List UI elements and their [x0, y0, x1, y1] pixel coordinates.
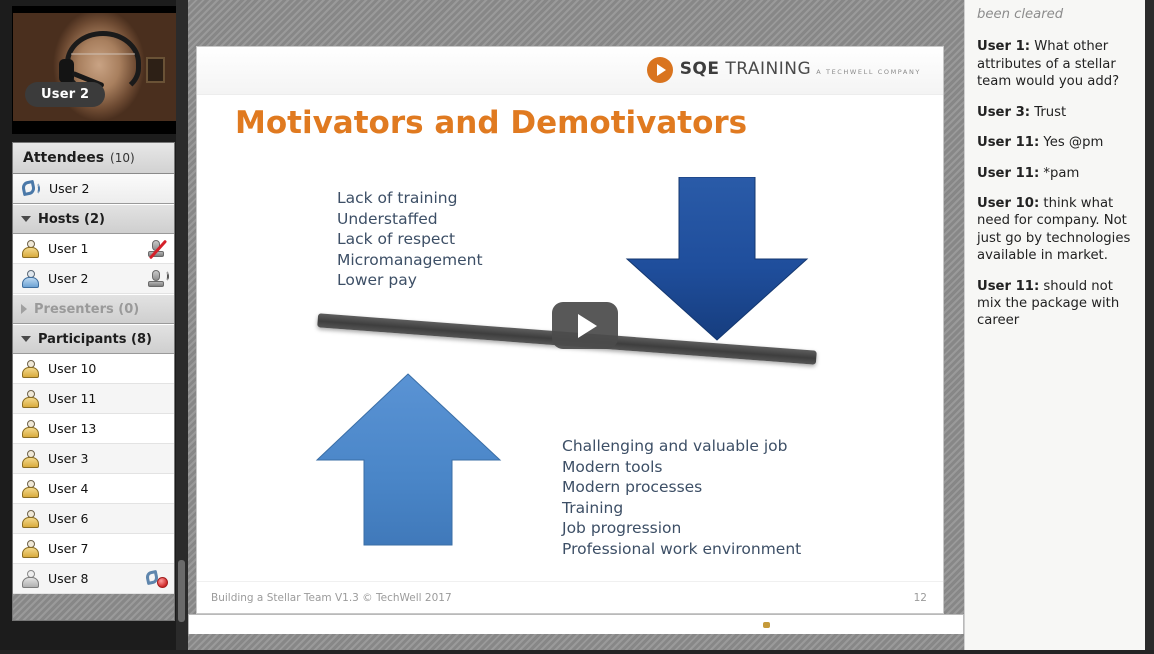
avatar: [21, 389, 40, 408]
chat-message: User 11: should not mix the package with…: [977, 278, 1131, 330]
slide-footer-text: Building a Stellar Team V1.3 © TechWell …: [211, 591, 452, 604]
attendee-row-user-8[interactable]: User 8: [13, 564, 174, 594]
logo-tagline: A TECHWELL COMPANY: [816, 68, 921, 77]
attendee-label: User 3: [48, 451, 89, 466]
avatar: [21, 239, 40, 258]
chat-text: Yes @pm: [1039, 135, 1104, 151]
attendee-row-user-6[interactable]: User 6: [13, 504, 174, 534]
attendees-list-empty-area: [13, 594, 174, 620]
avatar: [21, 419, 40, 438]
slide-filmstrip-bar[interactable]: [188, 614, 964, 636]
logo-play-icon: [646, 57, 673, 83]
chat-message: User 1: What other attributes of a stell…: [977, 38, 1131, 90]
slide-footer: Building a Stellar Team V1.3 © TechWell …: [197, 581, 943, 613]
attendees-panel: Attendees (10) User 2 Hosts (2) User 1 U…: [12, 142, 175, 621]
video-play-button[interactable]: [552, 302, 618, 349]
group-label-hosts: Hosts (2): [38, 211, 105, 227]
attendees-header: Attendees (10): [13, 143, 174, 174]
attendee-label: User 4: [48, 481, 89, 496]
attendee-label: User 7: [48, 541, 89, 556]
slide[interactable]: SQE TRAINING A TECHWELL COMPANY Motivato…: [196, 46, 944, 614]
attendee-label: User 1: [48, 241, 89, 256]
attendee-label: User 10: [48, 361, 97, 376]
attendees-count: (10): [110, 151, 135, 165]
presentation-area: SQE TRAINING A TECHWELL COMPANY Motivato…: [188, 0, 964, 654]
chevron-down-icon: [21, 216, 31, 222]
chevron-down-icon: [21, 336, 31, 342]
wall-picture-frame: [146, 57, 165, 83]
attendee-phone-label: User 2: [49, 181, 90, 196]
avatar: [21, 509, 40, 528]
motivators-list: Challenging and valuable job Modern tool…: [562, 437, 802, 559]
chat-message: User 11: Yes @pm: [977, 134, 1131, 151]
avatar: [21, 449, 40, 468]
filmstrip-marker: [763, 622, 770, 628]
up-arrow-graphic: [315, 373, 502, 546]
group-header-presenters[interactable]: Presenters (0): [13, 294, 174, 324]
attendee-row-user-13[interactable]: User 13: [13, 414, 174, 444]
attendee-row-user-11[interactable]: User 11: [13, 384, 174, 414]
attendee-row-user-3[interactable]: User 3: [13, 444, 174, 474]
group-header-hosts[interactable]: Hosts (2): [13, 204, 174, 234]
attendee-label: User 8: [48, 571, 89, 586]
eyeglasses: [71, 53, 135, 64]
avatar: [21, 539, 40, 558]
chevron-right-icon: [21, 304, 27, 314]
chat-author: User 11:: [977, 135, 1040, 151]
attendee-row-user-4[interactable]: User 4: [13, 474, 174, 504]
window-bottom-frame: [0, 650, 1154, 654]
phone-denied-icon[interactable]: [144, 569, 168, 588]
down-arrow-graphic: [625, 177, 809, 341]
attendee-label: User 6: [48, 511, 89, 526]
play-icon: [578, 313, 597, 338]
chat-panel[interactable]: been cleared User 1: What other attribut…: [964, 0, 1154, 654]
microphone-active-icon[interactable]: [146, 269, 169, 289]
chat-message: been cleared: [977, 7, 1064, 22]
group-header-participants[interactable]: Participants (8): [13, 324, 174, 354]
phone-icon: [20, 179, 41, 198]
attendee-row-user-7[interactable]: User 7: [13, 534, 174, 564]
avatar: [21, 479, 40, 498]
chat-author: User 10:: [977, 195, 1040, 211]
chat-message: User 11: *pam: [977, 165, 1131, 182]
chat-message: User 10: think what need for company. No…: [977, 195, 1131, 265]
webcam-video-tile[interactable]: User 2: [12, 6, 180, 134]
avatar: [21, 269, 40, 288]
attendee-row-user-10[interactable]: User 10: [13, 354, 174, 384]
chat-author: User 1:: [977, 39, 1031, 55]
attendee-label: User 2: [48, 271, 89, 286]
video-name-label: User 2: [25, 82, 106, 107]
attendee-phone-row[interactable]: User 2: [13, 174, 174, 204]
attendee-row-user-2[interactable]: User 2: [13, 264, 174, 294]
chat-message: User 3: Trust: [977, 104, 1131, 121]
attendees-title: Attendees: [23, 150, 105, 166]
group-label-presenters: Presenters (0): [34, 301, 140, 317]
left-panel: User 2 Attendees (10) User 2 Hosts (2) U…: [0, 0, 188, 654]
chat-author: User 11:: [977, 278, 1040, 294]
avatar: [21, 359, 40, 378]
panel-divider: [176, 0, 188, 654]
slide-title: Motivators and Demotivators: [235, 105, 748, 141]
attendee-label: User 11: [48, 391, 97, 406]
logo-brand-line: SQE TRAINING: [679, 59, 812, 80]
chat-author: User 11:: [977, 165, 1040, 181]
avatar: [21, 569, 40, 588]
attendee-label: User 13: [48, 421, 97, 436]
chat-text: *pam: [1039, 165, 1080, 181]
demotivators-list: Lack of training Understaffed Lack of re…: [337, 189, 483, 290]
slide-page-number: 12: [913, 591, 927, 604]
chat-author: User 3:: [977, 104, 1031, 120]
attendee-row-user-1[interactable]: User 1: [13, 234, 174, 264]
group-label-participants: Participants (8): [38, 331, 152, 347]
attendees-scrollbar[interactable]: [178, 560, 185, 622]
chat-text: Trust: [1030, 104, 1067, 120]
sqe-training-logo: SQE TRAINING A TECHWELL COMPANY: [646, 57, 921, 83]
microphone-muted-icon[interactable]: [146, 239, 168, 259]
webinar-window: User 2 Attendees (10) User 2 Hosts (2) U…: [0, 0, 1154, 654]
